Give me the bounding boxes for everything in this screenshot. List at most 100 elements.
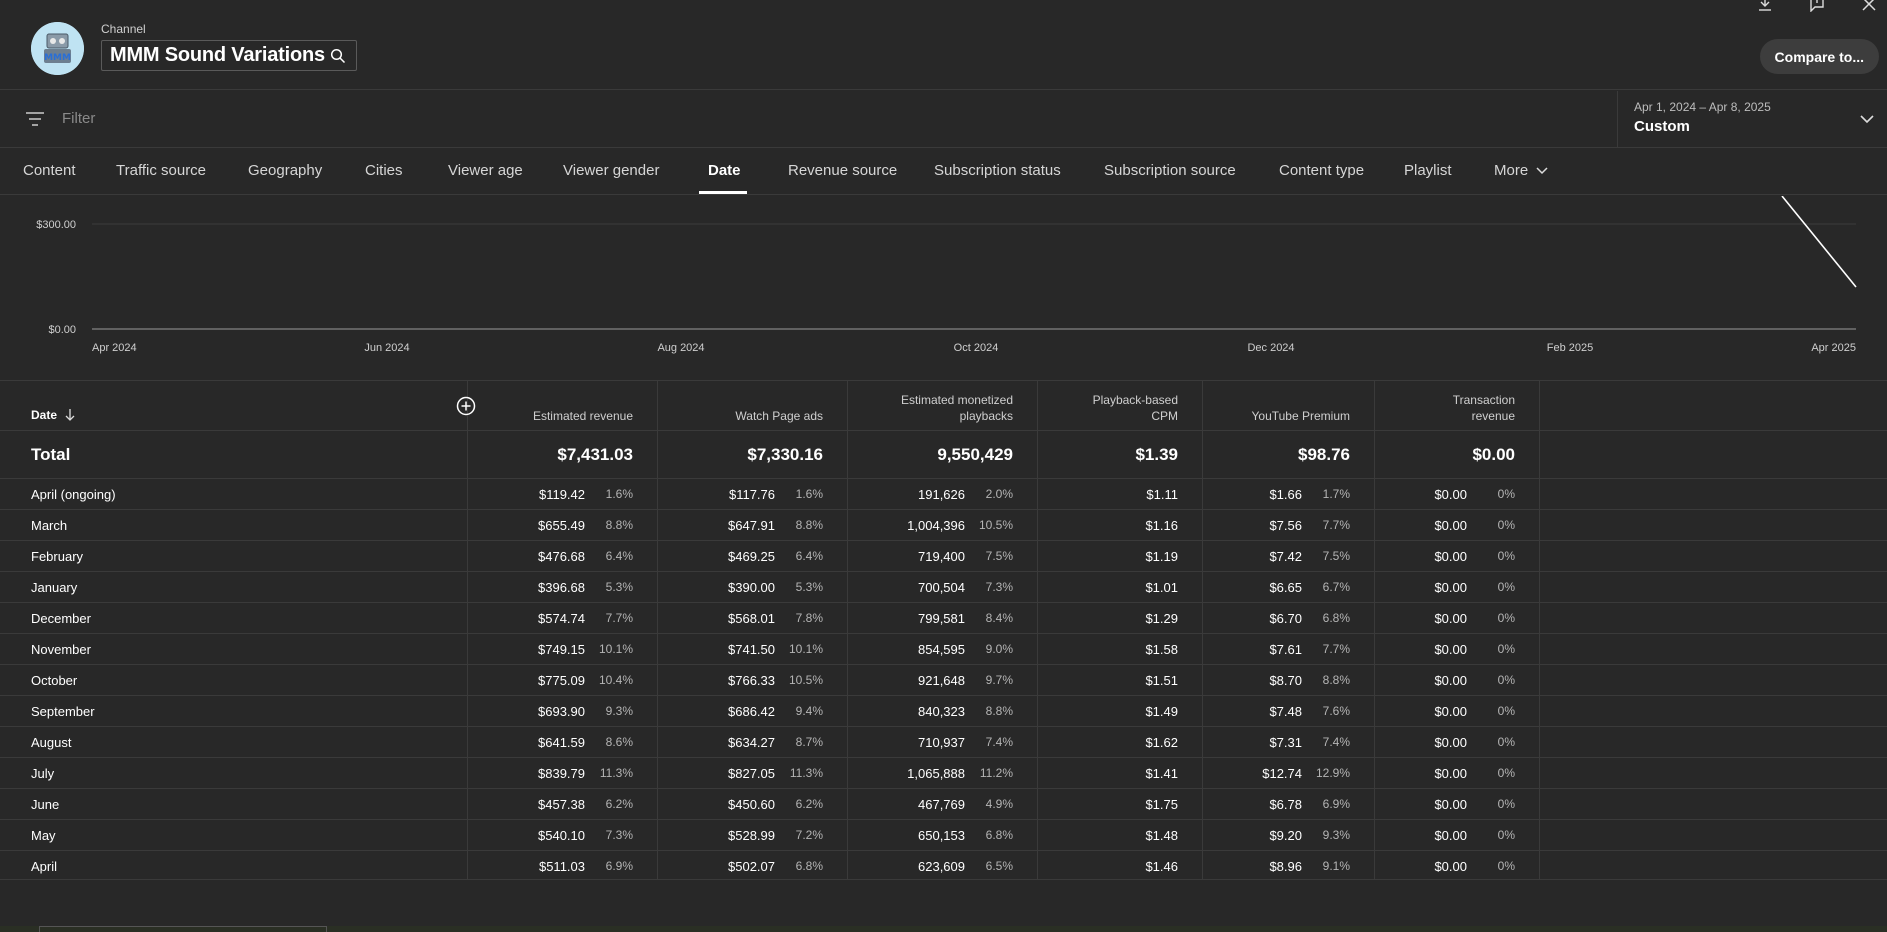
- y-tick-label: $0.00: [48, 324, 76, 336]
- cell-ads: $117.76: [728, 487, 775, 502]
- feedback-icon[interactable]: [1809, 0, 1825, 12]
- cell-trans: $0.00: [1434, 704, 1467, 719]
- cell-cpm: $1.41: [1145, 766, 1178, 781]
- cell-cpm: $1.11: [1146, 487, 1178, 502]
- cell-rev: $775.09: [538, 673, 585, 688]
- tab-more[interactable]: More: [1494, 162, 1548, 179]
- table-bottom-border: [0, 879, 1887, 880]
- cell-prem-pct: 1.7%: [1322, 487, 1350, 501]
- cell-rev-pct: 6.2%: [605, 797, 633, 811]
- cell-cpm: $1.51: [1145, 673, 1178, 688]
- cell-rev: $511.03: [538, 859, 585, 874]
- column-header-estimated-revenue[interactable]: Estimated revenue: [533, 408, 633, 424]
- cell-trans: $0.00: [1434, 735, 1467, 750]
- tab-viewer-age[interactable]: Viewer age: [448, 162, 523, 179]
- table-row[interactable]: July $839.79 11.3% $827.05 11.3% 1,065,888 11.…: [0, 757, 1887, 788]
- tab-date[interactable]: Date: [708, 162, 741, 179]
- column-header-watch-page-ads[interactable]: Watch Page ads: [735, 408, 823, 424]
- table-row[interactable]: December $574.74 7.7% $568.01 7.8% 799,581 8.4…: [0, 602, 1887, 633]
- row-date: March: [31, 518, 68, 533]
- column-header-monetized-playbacks[interactable]: Estimated monetized playbacks: [901, 392, 1013, 424]
- cell-trans-pct: 0%: [1497, 518, 1515, 532]
- header-line: Estimated monetized: [900, 393, 1013, 407]
- cell-prem: $7.56: [1269, 518, 1302, 533]
- add-column-icon[interactable]: [456, 396, 476, 416]
- header-line: Transaction: [1452, 393, 1515, 407]
- tab-subscription-source[interactable]: Subscription source: [1104, 162, 1236, 179]
- header-line: CPM: [1151, 409, 1178, 423]
- table-row[interactable]: September $693.90 9.3% $686.42 9.4% 840,323 8.…: [0, 695, 1887, 726]
- cell-rev-pct: 7.3%: [605, 828, 633, 842]
- tab-content[interactable]: Content: [23, 162, 76, 179]
- channel-avatar[interactable]: MMM: [31, 22, 84, 75]
- revenue-chart: $300.00 $0.00 Apr 2024 Jun 2024 Aug 2024…: [0, 195, 1887, 379]
- search-icon[interactable]: [330, 48, 346, 64]
- dimension-tabs: Content Traffic source Geography Cities …: [0, 149, 1887, 195]
- row-date: May: [31, 828, 56, 843]
- table-row[interactable]: June $457.38 6.2% $450.60 6.2% 467,769 4.9% $1.…: [0, 788, 1887, 819]
- cell-cpm: $1.48: [1145, 828, 1178, 843]
- y-tick-label: $300.00: [36, 219, 76, 231]
- filter-icon[interactable]: [25, 111, 45, 127]
- cell-plays-pct: 2.0%: [985, 487, 1013, 501]
- x-tick-label: Feb 2025: [1547, 342, 1593, 354]
- column-header-transaction-revenue[interactable]: Transaction revenue: [1453, 392, 1515, 424]
- cell-plays: 191,626: [918, 487, 965, 502]
- cell-cpm: $1.75: [1145, 797, 1178, 812]
- table-row[interactable]: April $511.03 6.9% $502.07 6.8% 623,609 6.5% $1…: [0, 850, 1887, 881]
- cell-trans-pct: 0%: [1497, 549, 1515, 563]
- cell-prem: $8.96: [1269, 859, 1302, 874]
- column-header-cpm[interactable]: Playback-based CPM: [1093, 392, 1178, 424]
- table-row[interactable]: August $641.59 8.6% $634.27 8.7% 710,937 7.4% $…: [0, 726, 1887, 757]
- cell-prem: $6.70: [1269, 611, 1302, 626]
- download-icon[interactable]: [1757, 0, 1773, 12]
- column-header-date[interactable]: Date: [31, 408, 57, 422]
- chevron-down-icon[interactable]: [1859, 111, 1875, 127]
- cell-prem-pct: 9.3%: [1322, 828, 1350, 842]
- cell-prem-pct: 9.1%: [1322, 859, 1350, 873]
- cell-prem-pct: 6.8%: [1322, 611, 1350, 625]
- cell-ads: $741.50: [728, 642, 775, 657]
- close-icon[interactable]: [1861, 0, 1877, 12]
- cell-plays-pct: 6.5%: [985, 859, 1013, 873]
- cell-plays: 1,004,396: [907, 518, 965, 533]
- tab-traffic-source[interactable]: Traffic source: [116, 162, 206, 179]
- table-row[interactable]: February $476.68 6.4% $469.25 6.4% 719,400 7.5…: [0, 540, 1887, 571]
- cell-ads-pct: 6.8%: [795, 859, 823, 873]
- table-row[interactable]: April (ongoing) $119.42 1.6% $117.76 1.6% 191…: [0, 478, 1887, 509]
- cell-plays-pct: 10.5%: [978, 518, 1013, 532]
- filter-input[interactable]: Filter: [62, 110, 95, 127]
- cell-ads-pct: 7.2%: [795, 828, 823, 842]
- x-tick-label: Oct 2024: [954, 342, 999, 354]
- cell-trans: $0.00: [1434, 673, 1467, 688]
- tab-cities[interactable]: Cities: [365, 162, 403, 179]
- tab-viewer-gender[interactable]: Viewer gender: [563, 162, 659, 179]
- tab-revenue-source[interactable]: Revenue source: [788, 162, 897, 179]
- cell-prem: $7.42: [1269, 549, 1302, 564]
- cell-rev-pct: 10.4%: [598, 673, 633, 687]
- cell-trans: $0.00: [1434, 642, 1467, 657]
- table-row[interactable]: January $396.68 5.3% $390.00 5.3% 700,504 7.3%…: [0, 571, 1887, 602]
- cell-trans-pct: 0%: [1497, 642, 1515, 656]
- table-row[interactable]: March $655.49 8.8% $647.91 8.8% 1,004,396 10.5…: [0, 509, 1887, 540]
- taskbar-thumbnail[interactable]: [39, 926, 327, 932]
- cell-prem-pct: 8.8%: [1322, 673, 1350, 687]
- tab-geography[interactable]: Geography: [248, 162, 322, 179]
- total-label: Total: [31, 445, 71, 464]
- tab-content-type[interactable]: Content type: [1279, 162, 1364, 179]
- cell-prem-pct: 7.7%: [1322, 518, 1350, 532]
- date-range-picker[interactable]: Apr 1, 2024 – Apr 8, 2025 Custom: [1617, 91, 1887, 148]
- cell-ads-pct: 1.6%: [795, 487, 823, 501]
- cell-prem-pct: 6.9%: [1322, 797, 1350, 811]
- channel-selector[interactable]: MMM Sound Variations: [101, 40, 357, 71]
- table-row[interactable]: October $775.09 10.4% $766.33 10.5% 921,648 9.…: [0, 664, 1887, 695]
- tab-playlist[interactable]: Playlist: [1404, 162, 1452, 179]
- cell-prem: $6.78: [1269, 797, 1302, 812]
- table-row[interactable]: May $540.10 7.3% $528.99 7.2% 650,153 6.8% $1.4…: [0, 819, 1887, 850]
- column-header-youtube-premium[interactable]: YouTube Premium: [1252, 408, 1351, 424]
- table-row[interactable]: November $749.15 10.1% $741.50 10.1% 854,595 9…: [0, 633, 1887, 664]
- sort-arrow-down-icon[interactable]: [64, 408, 76, 422]
- compare-button[interactable]: Compare to...: [1759, 39, 1879, 74]
- cell-rev-pct: 6.4%: [605, 549, 633, 563]
- tab-subscription-status[interactable]: Subscription status: [934, 162, 1061, 179]
